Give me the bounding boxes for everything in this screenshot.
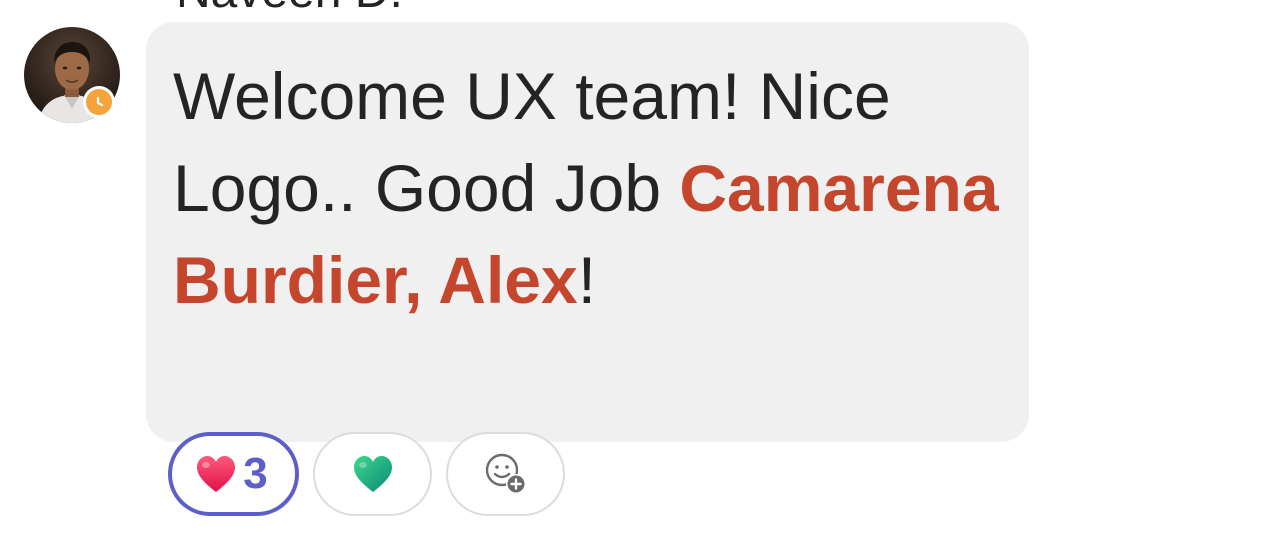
message-body: Welcome UX team! Nice Logo.. Good Job Ca… bbox=[173, 50, 1003, 326]
presence-away bbox=[86, 89, 112, 115]
chat-message-view: Naveen D. bbox=[0, 0, 1281, 534]
reaction-green-heart[interactable] bbox=[313, 432, 432, 516]
red-heart-icon bbox=[197, 456, 236, 492]
clock-icon bbox=[96, 96, 104, 107]
add-reaction-button[interactable] bbox=[446, 432, 565, 516]
message-bubble: Welcome UX team! Nice Logo.. Good Job Ca… bbox=[146, 22, 1029, 442]
reaction-count: 3 bbox=[243, 449, 268, 498]
avatar[interactable] bbox=[24, 27, 120, 123]
reactions-bar: 3 bbox=[168, 432, 565, 516]
reaction-heart-selected[interactable]: 3 bbox=[168, 432, 299, 516]
presence-badge bbox=[83, 86, 115, 118]
green-heart-icon bbox=[353, 456, 392, 492]
add-reaction-icon bbox=[485, 453, 526, 494]
sender-name: Naveen D. bbox=[176, 0, 403, 16]
message-trailing: ! bbox=[577, 243, 597, 317]
